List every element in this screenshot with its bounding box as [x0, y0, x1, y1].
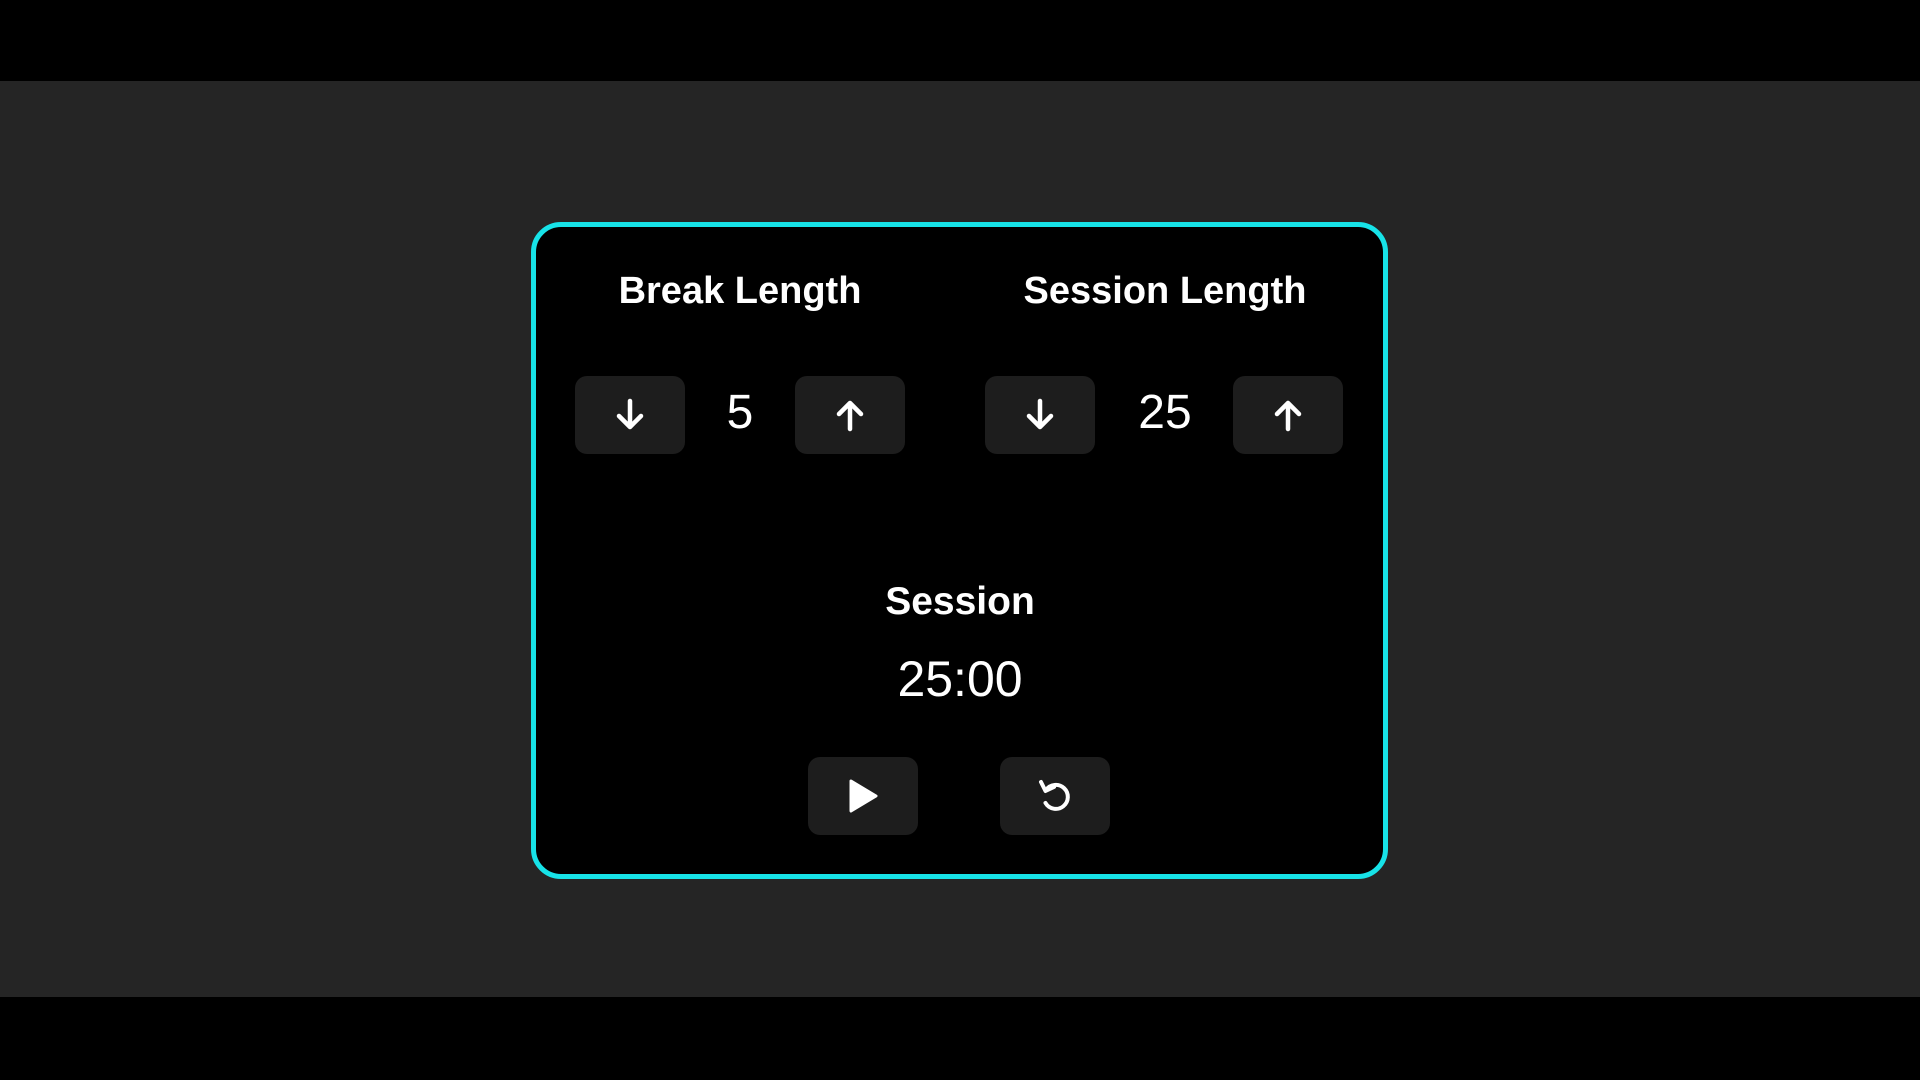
start-stop-button[interactable]: [808, 757, 918, 835]
arrow-down-icon: [616, 398, 644, 430]
session-length-label: Session Length: [1023, 270, 1307, 312]
arrow-up-icon: [836, 400, 864, 432]
letterbox-bottom: [0, 997, 1920, 1080]
break-length-value: 5: [726, 386, 754, 439]
letterbox-top: [0, 0, 1920, 81]
reset-icon: [1039, 780, 1070, 811]
session-decrement-button[interactable]: [985, 376, 1095, 454]
reset-button[interactable]: [1000, 757, 1110, 835]
arrow-up-icon: [1274, 400, 1302, 432]
break-decrement-button[interactable]: [575, 376, 685, 454]
clock-card: [531, 222, 1388, 879]
session-length-value: 25: [1138, 386, 1192, 439]
break-length-label: Break Length: [618, 270, 862, 312]
time-left-display: 25:00: [897, 651, 1023, 707]
break-increment-button[interactable]: [795, 376, 905, 454]
play-icon: [849, 779, 878, 813]
session-increment-button[interactable]: [1233, 376, 1343, 454]
timer-label: Session: [885, 580, 1035, 623]
arrow-down-icon: [1026, 398, 1054, 430]
